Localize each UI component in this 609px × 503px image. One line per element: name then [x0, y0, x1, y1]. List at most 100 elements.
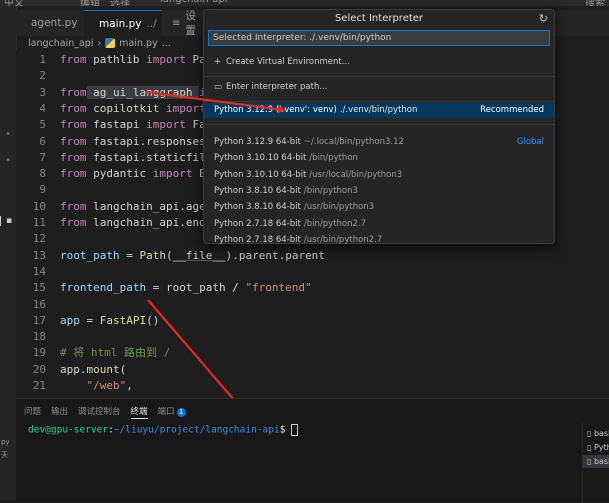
prompt-user: dev@gpu-server [28, 424, 109, 436]
code-line[interactable]: 17 app = FastAPI() [16, 313, 609, 329]
interpreter-option[interactable]: Python 3.10.10 64-bit/usr/local/bin/pyth… [204, 168, 554, 183]
interpreter-name: Python 3.8.10 64-bit [214, 185, 301, 196]
python-file-icon [105, 38, 116, 48]
code-token: app. [60, 362, 87, 376]
code-line[interactable]: 15 frontend_path = root_path / "frontend" [16, 280, 609, 296]
create-venv-action[interactable]: + Create Virtual Environment... [204, 55, 554, 70]
code-line[interactable]: 16 [16, 297, 609, 313]
code-line[interactable]: 13 root_path = Path(__file__).parent.pare… [16, 248, 609, 264]
line-number: 15 [32, 281, 46, 295]
terminal-name: bash [593, 429, 609, 438]
code-token: fastapi [86, 118, 147, 132]
line-number: 19 [32, 346, 46, 360]
activity-dot-icon[interactable]: • [0, 156, 16, 166]
code-token: from [60, 53, 87, 66]
terminal-icon: ▯ [587, 443, 594, 452]
code-text: "/web", [60, 378, 133, 394]
line-number: 1 [39, 53, 46, 66]
tab-ports[interactable]: 端口 1 [158, 405, 186, 419]
code-token: pathlib [86, 53, 147, 66]
interpreter-option[interactable]: Python 3.8.10 64-bit/bin/python3 [204, 184, 554, 199]
menu-fragment[interactable]: 选择 [110, 0, 130, 6]
terminal-icon: ▯ [587, 429, 594, 438]
tab-debug-console[interactable]: 调试控制台 [78, 405, 121, 419]
code-token: ( [119, 362, 127, 376]
left-fragment: py [1, 438, 10, 446]
code-token: frontend_path [60, 281, 147, 295]
terminal-item-bash[interactable]: ▯ bash [587, 427, 609, 440]
prompt-path: ~/liuyu/project/langchain-api [113, 424, 280, 436]
interpreter-path: ~/.local/bin/python3.12 [303, 137, 404, 147]
terminal-item-bash-active[interactable]: ▯ bash [583, 455, 609, 468]
code-token: mount [86, 362, 120, 376]
bottom-panel: 问题 输出 调试控制台 终端 端口 1 dev@gpu-server:~/liuy… [16, 398, 609, 503]
code-line[interactable]: 18 [16, 329, 609, 345]
tab-main-py[interactable]: main.py ../ [84, 10, 162, 36]
interpreter-path: ./.venv/bin/python [339, 105, 418, 115]
code-line[interactable]: 21 "/web", [16, 378, 609, 394]
divider [204, 101, 554, 102]
code-line[interactable]: 19 # 将 html 路由到 / [16, 345, 609, 361]
interpreter-option[interactable]: Python 3.10.10 64-bit/bin/python [204, 151, 554, 166]
code-token: from [60, 85, 87, 99]
code-token: ).parent.parent [225, 248, 325, 262]
tab-label: 设置 [185, 10, 196, 37]
search-fragment[interactable]: 搜索 [585, 0, 605, 6]
line-number: 4 [39, 101, 46, 115]
menu-fragment[interactable]: 编辑 [80, 0, 100, 6]
refresh-icon[interactable]: ↻ [539, 12, 548, 25]
code-token: "frontend" [245, 281, 312, 295]
activity-bar: • • ▪ py 天 [0, 6, 17, 500]
line-number: 3 [39, 85, 46, 99]
code-token: copilotkit [86, 101, 166, 115]
interpreter-name: Python 3.10.10 64-bit [214, 153, 307, 164]
terminal-item-python[interactable]: ▯ Python [587, 441, 609, 454]
prompt-end: $ [279, 424, 292, 436]
interpreter-path: /bin/python2.7 [303, 218, 367, 229]
tab-output[interactable]: 输出 [51, 405, 68, 419]
window-title-fragment: langchain-api [160, 0, 228, 5]
line-number: 8 [39, 167, 46, 181]
code-token: () [146, 313, 160, 327]
interpreter-option[interactable]: Python 2.7.18 64-bit/usr/bin/python2.7 [204, 233, 554, 248]
code-token: # 将 html 路由到 / [60, 346, 171, 360]
tab-label: main.py [99, 17, 142, 30]
code-token: = [79, 313, 100, 327]
interpreter-option[interactable]: Python 3.8.10 64-bit/usr/bin/python3 [204, 200, 554, 215]
code-line[interactable]: 14 [16, 264, 609, 280]
code-token: from [60, 118, 87, 132]
code-token: , [126, 379, 133, 392]
code-token: root_path [60, 248, 120, 262]
interpreter-name: Python 3.10.10 64-bit [214, 169, 307, 180]
code-token: __file__ [172, 248, 226, 262]
breadcrumb-file[interactable]: main.py [119, 38, 157, 49]
code-text: from copilotkit import La [60, 101, 226, 117]
tab-terminal[interactable]: 终端 [130, 405, 148, 419]
code-token: import [165, 101, 206, 115]
activity-selected-icon[interactable]: ▪ [0, 216, 17, 226]
tab-label: agent.py [31, 17, 78, 29]
tab-suffix: ../ [146, 17, 157, 30]
terminal-list: ▯ bash ▯ Python ▯ bash [582, 423, 609, 503]
code-token: ( [165, 248, 173, 262]
interpreter-option-recommended[interactable]: Python 3.12.9 ('.venv': venv) ./.venv/bin… [204, 103, 554, 118]
activity-dot-icon[interactable]: • [0, 130, 16, 140]
tab-problems[interactable]: 问题 [24, 405, 41, 419]
interpreter-path: /bin/python3 [303, 185, 358, 196]
interpreter-search-input[interactable]: Selected Interpreter: ./.venv/bin/python [208, 30, 550, 46]
settings-icon: ≡ [172, 17, 181, 29]
terminal-output[interactable]: dev@gpu-server:~/liuyu/project/langchain… [28, 424, 299, 436]
interpreter-option[interactable]: Python 3.12.9 64-bit ~/.local/bin/python3… [204, 135, 554, 150]
breadcrumb-folder[interactable]: langchain_api [28, 38, 93, 49]
interpreter-option[interactable]: Python 2.7.18 64-bit/bin/python2.7 [204, 217, 554, 232]
code-token: from [60, 134, 87, 148]
terminal-cursor [291, 424, 299, 436]
code-line[interactable]: 20 app.mount( [16, 362, 609, 378]
tab-agent-py[interactable]: agent.py [16, 10, 84, 36]
line-number: 21 [32, 379, 46, 392]
terminal-name: Python [593, 443, 609, 452]
enter-path-action[interactable]: ▭ Enter interpreter path... [204, 80, 554, 95]
line-number: 6 [39, 134, 46, 148]
line-number: 7 [39, 150, 46, 164]
code-token: ag_ui_langgraph [86, 85, 200, 99]
